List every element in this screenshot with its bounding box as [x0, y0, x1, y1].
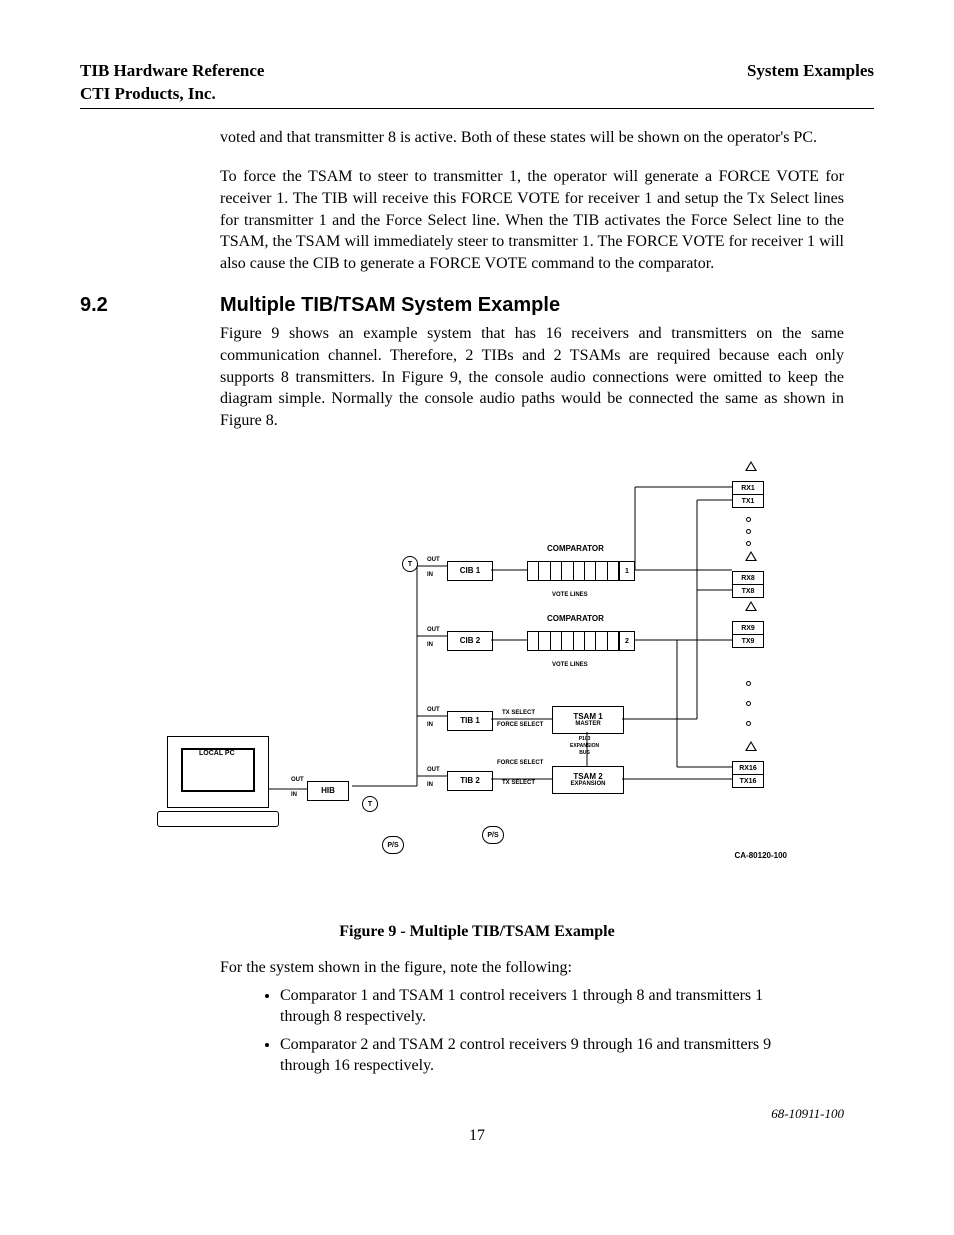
paragraph: Figure 9 shows an example system that ha… [220, 323, 844, 431]
bullet-list: Comparator 1 and TSAM 1 control receiver… [280, 985, 874, 1077]
in-label: IN [427, 641, 433, 649]
list-item: Comparator 1 and TSAM 1 control receiver… [280, 985, 874, 1028]
antenna-icon [745, 741, 757, 751]
out-label: OUT [427, 706, 440, 714]
ellipsis-dot [746, 541, 751, 546]
cib1-box: CIB 1 [447, 561, 493, 581]
t-circle: T [402, 556, 418, 572]
tx1-box: TX1 [732, 494, 764, 508]
rx9-box: RX9 [732, 621, 764, 635]
paragraph: voted and that transmitter 8 is active. … [220, 127, 844, 149]
ellipsis-dot [746, 517, 751, 522]
in-label: IN [291, 791, 297, 799]
in-label: IN [427, 721, 433, 729]
tib2-box: TIB 2 [447, 771, 493, 791]
local-pc-box [167, 736, 269, 808]
body-content: For the system shown in the figure, note… [220, 957, 844, 979]
local-pc-label: LOCAL PC [199, 749, 235, 758]
body-content: voted and that transmitter 8 is active. … [220, 127, 844, 275]
ps-circle: P/S [382, 836, 404, 854]
tx9-box: TX9 [732, 634, 764, 648]
section-number: 9.2 [80, 292, 220, 319]
hib-box: HIB [307, 781, 349, 801]
paragraph: To force the TSAM to steer to transmitte… [220, 166, 844, 274]
in-label: IN [427, 571, 433, 579]
header-left: TIB Hardware Reference CTI Products, Inc… [80, 60, 264, 106]
ellipsis-dot [746, 701, 751, 706]
header-title: TIB Hardware Reference [80, 60, 264, 83]
section-title: Multiple TIB/TSAM System Example [220, 292, 560, 319]
ellipsis-dot [746, 529, 751, 534]
p103-label: P103 EXPANSION BUS [570, 736, 599, 756]
list-item: Comparator 2 and TSAM 2 control receiver… [280, 1034, 874, 1077]
body-content: Figure 9 shows an example system that ha… [220, 323, 844, 431]
comparator-label: COMPARATOR [547, 614, 604, 625]
section-heading: 9.2 Multiple TIB/TSAM System Example [80, 292, 874, 319]
figure-9-diagram: LOCAL PC HIB OUT IN T T CIB 1 OUT IN COM… [157, 461, 797, 901]
vote-lines-label: VOTE LINES [552, 591, 588, 599]
keyboard-shape [157, 811, 279, 827]
force-select-label: FORCE SELECT [497, 721, 543, 729]
antenna-icon [745, 601, 757, 611]
antenna-icon [745, 551, 757, 561]
page-number: 17 [80, 1125, 874, 1147]
comp2-num: 2 [619, 631, 635, 651]
header-company: CTI Products, Inc. [80, 83, 264, 106]
tx8-box: TX8 [732, 584, 764, 598]
antenna-icon [745, 461, 757, 471]
out-label: OUT [427, 626, 440, 634]
ellipsis-dot [746, 681, 751, 686]
page-header: TIB Hardware Reference CTI Products, Inc… [80, 60, 874, 109]
ellipsis-dot [746, 721, 751, 726]
rx16-box: RX16 [732, 761, 764, 775]
t-circle: T [362, 796, 378, 812]
out-label: OUT [427, 766, 440, 774]
ps-circle: P/S [482, 826, 504, 844]
comparator-label: COMPARATOR [547, 544, 604, 555]
comp1-num: 1 [619, 561, 635, 581]
drawing-number: CA-80120-100 [735, 851, 787, 862]
tx-select-label: TX SELECT [502, 779, 535, 787]
tsam1-box: TSAM 1 MASTER [552, 706, 624, 734]
force-select-label: FORCE SELECT [497, 759, 543, 767]
rx1-box: RX1 [732, 481, 764, 495]
rx8-box: RX8 [732, 571, 764, 585]
tx-select-label: TX SELECT [502, 709, 535, 717]
tsam2-box: TSAM 2 EXPANSION [552, 766, 624, 794]
out-label: OUT [427, 556, 440, 564]
footer-doc-number: 68-10911-100 [80, 1105, 874, 1123]
figure-caption: Figure 9 - Multiple TIB/TSAM Example [80, 921, 874, 943]
tib1-box: TIB 1 [447, 711, 493, 731]
connector-lines [157, 461, 797, 901]
comparator1-strip [527, 561, 619, 581]
cib2-box: CIB 2 [447, 631, 493, 651]
vote-lines-label: VOTE LINES [552, 661, 588, 669]
tx16-box: TX16 [732, 774, 764, 788]
header-right: System Examples [747, 60, 874, 106]
out-label: OUT [291, 776, 304, 784]
in-label: IN [427, 781, 433, 789]
paragraph: For the system shown in the figure, note… [220, 957, 844, 979]
comparator2-strip [527, 631, 619, 651]
